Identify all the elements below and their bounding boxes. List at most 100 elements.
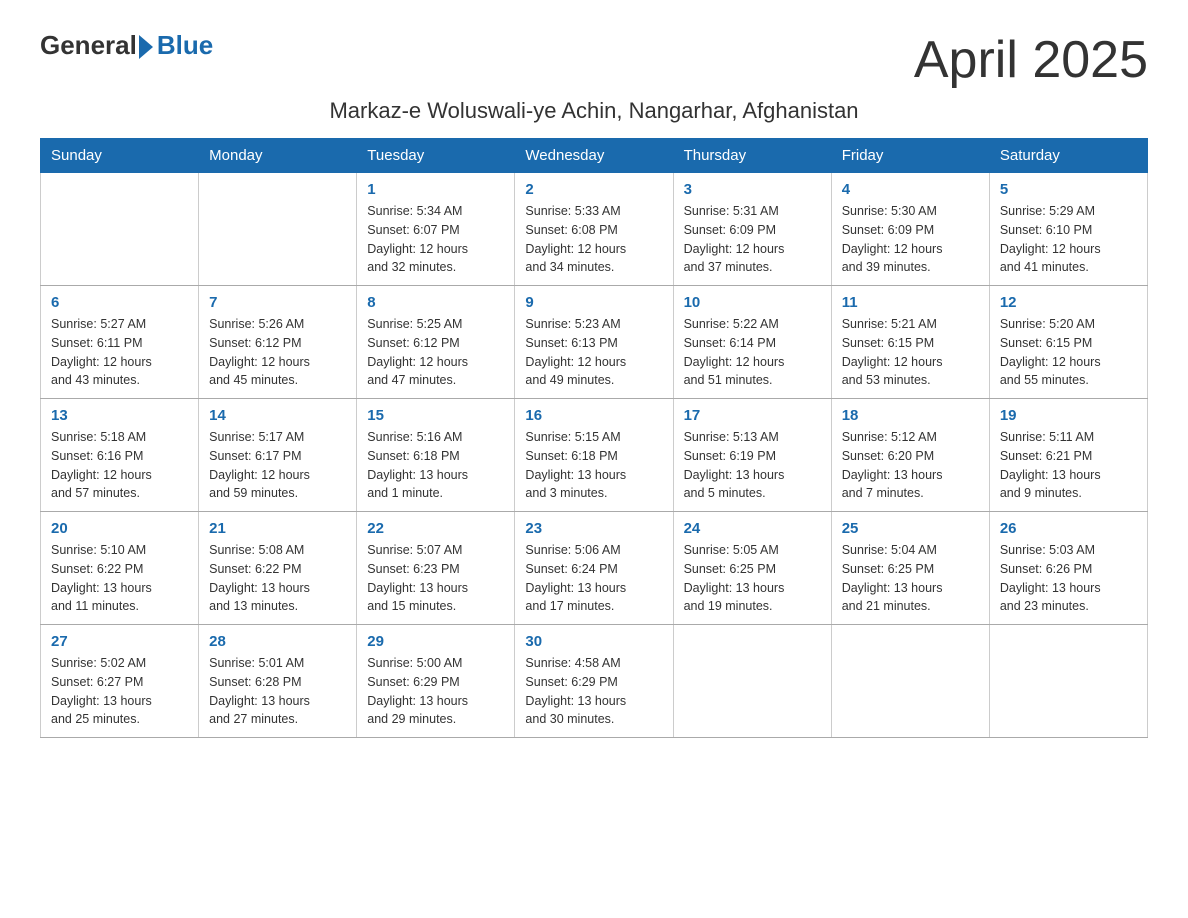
day-number: 7 bbox=[209, 294, 346, 311]
day-of-week-thursday: Thursday bbox=[673, 139, 831, 173]
calendar-week-1: 1 Sunrise: 5:34 AM Sunset: 6:07 PM Daylig… bbox=[41, 173, 1148, 286]
day-number: 5 bbox=[1000, 181, 1137, 198]
calendar-cell: 16 Sunrise: 5:15 AM Sunset: 6:18 PM Dayli… bbox=[515, 399, 673, 512]
day-info: Sunrise: 5:20 AM Sunset: 6:15 PM Dayligh… bbox=[1000, 315, 1137, 390]
day-number: 30 bbox=[525, 633, 662, 650]
calendar-cell: 25 Sunrise: 5:04 AM Sunset: 6:25 PM Dayli… bbox=[831, 512, 989, 625]
calendar-week-5: 27Sunrise: 5:02 AM Sunset: 6:27 PM Dayli… bbox=[41, 625, 1148, 738]
calendar-cell: 27Sunrise: 5:02 AM Sunset: 6:27 PM Dayli… bbox=[41, 625, 199, 738]
calendar-cell bbox=[673, 625, 831, 738]
calendar-cell: 17 Sunrise: 5:13 AM Sunset: 6:19 PM Dayli… bbox=[673, 399, 831, 512]
calendar-table: SundayMondayTuesdayWednesdayThursdayFrid… bbox=[40, 138, 1148, 738]
calendar-cell: 26Sunrise: 5:03 AM Sunset: 6:26 PM Dayli… bbox=[989, 512, 1147, 625]
day-info: Sunrise: 5:23 AM Sunset: 6:13 PM Dayligh… bbox=[525, 315, 662, 390]
day-number: 29 bbox=[367, 633, 504, 650]
calendar-cell: 3 Sunrise: 5:31 AM Sunset: 6:09 PM Daylig… bbox=[673, 173, 831, 286]
day-info: Sunrise: 5:05 AM Sunset: 6:25 PM Dayligh… bbox=[684, 541, 821, 616]
day-info: Sunrise: 5:30 AM Sunset: 6:09 PM Dayligh… bbox=[842, 202, 979, 277]
calendar-cell: 23 Sunrise: 5:06 AM Sunset: 6:24 PM Dayli… bbox=[515, 512, 673, 625]
day-number: 25 bbox=[842, 520, 979, 537]
day-info: Sunrise: 4:58 AM Sunset: 6:29 PM Dayligh… bbox=[525, 654, 662, 729]
calendar-cell: 15 Sunrise: 5:16 AM Sunset: 6:18 PM Dayli… bbox=[357, 399, 515, 512]
calendar-cell: 29 Sunrise: 5:00 AM Sunset: 6:29 PM Dayli… bbox=[357, 625, 515, 738]
calendar-cell: 1 Sunrise: 5:34 AM Sunset: 6:07 PM Daylig… bbox=[357, 173, 515, 286]
days-of-week-row: SundayMondayTuesdayWednesdayThursdayFrid… bbox=[41, 139, 1148, 173]
logo-general-text: General bbox=[40, 30, 137, 61]
calendar-cell: 19 Sunrise: 5:11 AM Sunset: 6:21 PM Dayli… bbox=[989, 399, 1147, 512]
calendar-cell: 6 Sunrise: 5:27 AM Sunset: 6:11 PM Daylig… bbox=[41, 286, 199, 399]
calendar-cell: 7 Sunrise: 5:26 AM Sunset: 6:12 PM Daylig… bbox=[199, 286, 357, 399]
day-number: 16 bbox=[525, 407, 662, 424]
day-number: 6 bbox=[51, 294, 188, 311]
day-info: Sunrise: 5:00 AM Sunset: 6:29 PM Dayligh… bbox=[367, 654, 504, 729]
location-subtitle: Markaz-e Woluswali-ye Achin, Nangarhar, … bbox=[40, 98, 1148, 124]
day-number: 18 bbox=[842, 407, 979, 424]
day-info: Sunrise: 5:13 AM Sunset: 6:19 PM Dayligh… bbox=[684, 428, 821, 503]
day-info: Sunrise: 5:27 AM Sunset: 6:11 PM Dayligh… bbox=[51, 315, 188, 390]
calendar-cell: 11 Sunrise: 5:21 AM Sunset: 6:15 PM Dayli… bbox=[831, 286, 989, 399]
logo: General Blue bbox=[40, 30, 213, 61]
day-info: Sunrise: 5:16 AM Sunset: 6:18 PM Dayligh… bbox=[367, 428, 504, 503]
day-number: 9 bbox=[525, 294, 662, 311]
day-number: 27 bbox=[51, 633, 188, 650]
day-of-week-wednesday: Wednesday bbox=[515, 139, 673, 173]
day-info: Sunrise: 5:04 AM Sunset: 6:25 PM Dayligh… bbox=[842, 541, 979, 616]
day-info: Sunrise: 5:10 AM Sunset: 6:22 PM Dayligh… bbox=[51, 541, 188, 616]
day-info: Sunrise: 5:11 AM Sunset: 6:21 PM Dayligh… bbox=[1000, 428, 1137, 503]
day-number: 8 bbox=[367, 294, 504, 311]
logo-blue-text: Blue bbox=[157, 30, 213, 61]
day-number: 1 bbox=[367, 181, 504, 198]
calendar-cell: 14 Sunrise: 5:17 AM Sunset: 6:17 PM Dayli… bbox=[199, 399, 357, 512]
calendar-cell: 5Sunrise: 5:29 AM Sunset: 6:10 PM Daylig… bbox=[989, 173, 1147, 286]
day-info: Sunrise: 5:31 AM Sunset: 6:09 PM Dayligh… bbox=[684, 202, 821, 277]
day-info: Sunrise: 5:34 AM Sunset: 6:07 PM Dayligh… bbox=[367, 202, 504, 277]
logo-arrow-icon bbox=[139, 35, 153, 59]
day-number: 23 bbox=[525, 520, 662, 537]
calendar-cell bbox=[41, 173, 199, 286]
calendar-cell bbox=[831, 625, 989, 738]
calendar-week-4: 20 Sunrise: 5:10 AM Sunset: 6:22 PM Dayli… bbox=[41, 512, 1148, 625]
day-of-week-saturday: Saturday bbox=[989, 139, 1147, 173]
calendar-cell: 4 Sunrise: 5:30 AM Sunset: 6:09 PM Daylig… bbox=[831, 173, 989, 286]
calendar-cell: 12 Sunrise: 5:20 AM Sunset: 6:15 PM Dayli… bbox=[989, 286, 1147, 399]
day-number: 15 bbox=[367, 407, 504, 424]
calendar-header: SundayMondayTuesdayWednesdayThursdayFrid… bbox=[41, 139, 1148, 173]
calendar-cell: 21 Sunrise: 5:08 AM Sunset: 6:22 PM Dayli… bbox=[199, 512, 357, 625]
calendar-cell bbox=[989, 625, 1147, 738]
month-title: April 2025 bbox=[914, 30, 1148, 90]
day-info: Sunrise: 5:12 AM Sunset: 6:20 PM Dayligh… bbox=[842, 428, 979, 503]
day-number: 28 bbox=[209, 633, 346, 650]
day-info: Sunrise: 5:18 AM Sunset: 6:16 PM Dayligh… bbox=[51, 428, 188, 503]
calendar-cell: 24 Sunrise: 5:05 AM Sunset: 6:25 PM Dayli… bbox=[673, 512, 831, 625]
day-number: 12 bbox=[1000, 294, 1137, 311]
calendar-cell: 22Sunrise: 5:07 AM Sunset: 6:23 PM Dayli… bbox=[357, 512, 515, 625]
calendar-cell: 18 Sunrise: 5:12 AM Sunset: 6:20 PM Dayli… bbox=[831, 399, 989, 512]
calendar-cell: 10Sunrise: 5:22 AM Sunset: 6:14 PM Dayli… bbox=[673, 286, 831, 399]
day-number: 26 bbox=[1000, 520, 1137, 537]
day-number: 19 bbox=[1000, 407, 1137, 424]
day-number: 24 bbox=[684, 520, 821, 537]
day-number: 14 bbox=[209, 407, 346, 424]
day-of-week-monday: Monday bbox=[199, 139, 357, 173]
day-info: Sunrise: 5:17 AM Sunset: 6:17 PM Dayligh… bbox=[209, 428, 346, 503]
day-of-week-friday: Friday bbox=[831, 139, 989, 173]
day-info: Sunrise: 5:06 AM Sunset: 6:24 PM Dayligh… bbox=[525, 541, 662, 616]
day-number: 20 bbox=[51, 520, 188, 537]
day-number: 11 bbox=[842, 294, 979, 311]
calendar-cell: 28Sunrise: 5:01 AM Sunset: 6:28 PM Dayli… bbox=[199, 625, 357, 738]
day-number: 13 bbox=[51, 407, 188, 424]
calendar-cell: 9 Sunrise: 5:23 AM Sunset: 6:13 PM Daylig… bbox=[515, 286, 673, 399]
day-info: Sunrise: 5:08 AM Sunset: 6:22 PM Dayligh… bbox=[209, 541, 346, 616]
day-number: 4 bbox=[842, 181, 979, 198]
calendar-cell: 8Sunrise: 5:25 AM Sunset: 6:12 PM Daylig… bbox=[357, 286, 515, 399]
day-info: Sunrise: 5:15 AM Sunset: 6:18 PM Dayligh… bbox=[525, 428, 662, 503]
day-number: 3 bbox=[684, 181, 821, 198]
day-number: 17 bbox=[684, 407, 821, 424]
day-info: Sunrise: 5:33 AM Sunset: 6:08 PM Dayligh… bbox=[525, 202, 662, 277]
day-number: 21 bbox=[209, 520, 346, 537]
calendar-body: 1 Sunrise: 5:34 AM Sunset: 6:07 PM Daylig… bbox=[41, 173, 1148, 738]
day-number: 2 bbox=[525, 181, 662, 198]
calendar-week-2: 6 Sunrise: 5:27 AM Sunset: 6:11 PM Daylig… bbox=[41, 286, 1148, 399]
day-info: Sunrise: 5:26 AM Sunset: 6:12 PM Dayligh… bbox=[209, 315, 346, 390]
day-info: Sunrise: 5:21 AM Sunset: 6:15 PM Dayligh… bbox=[842, 315, 979, 390]
